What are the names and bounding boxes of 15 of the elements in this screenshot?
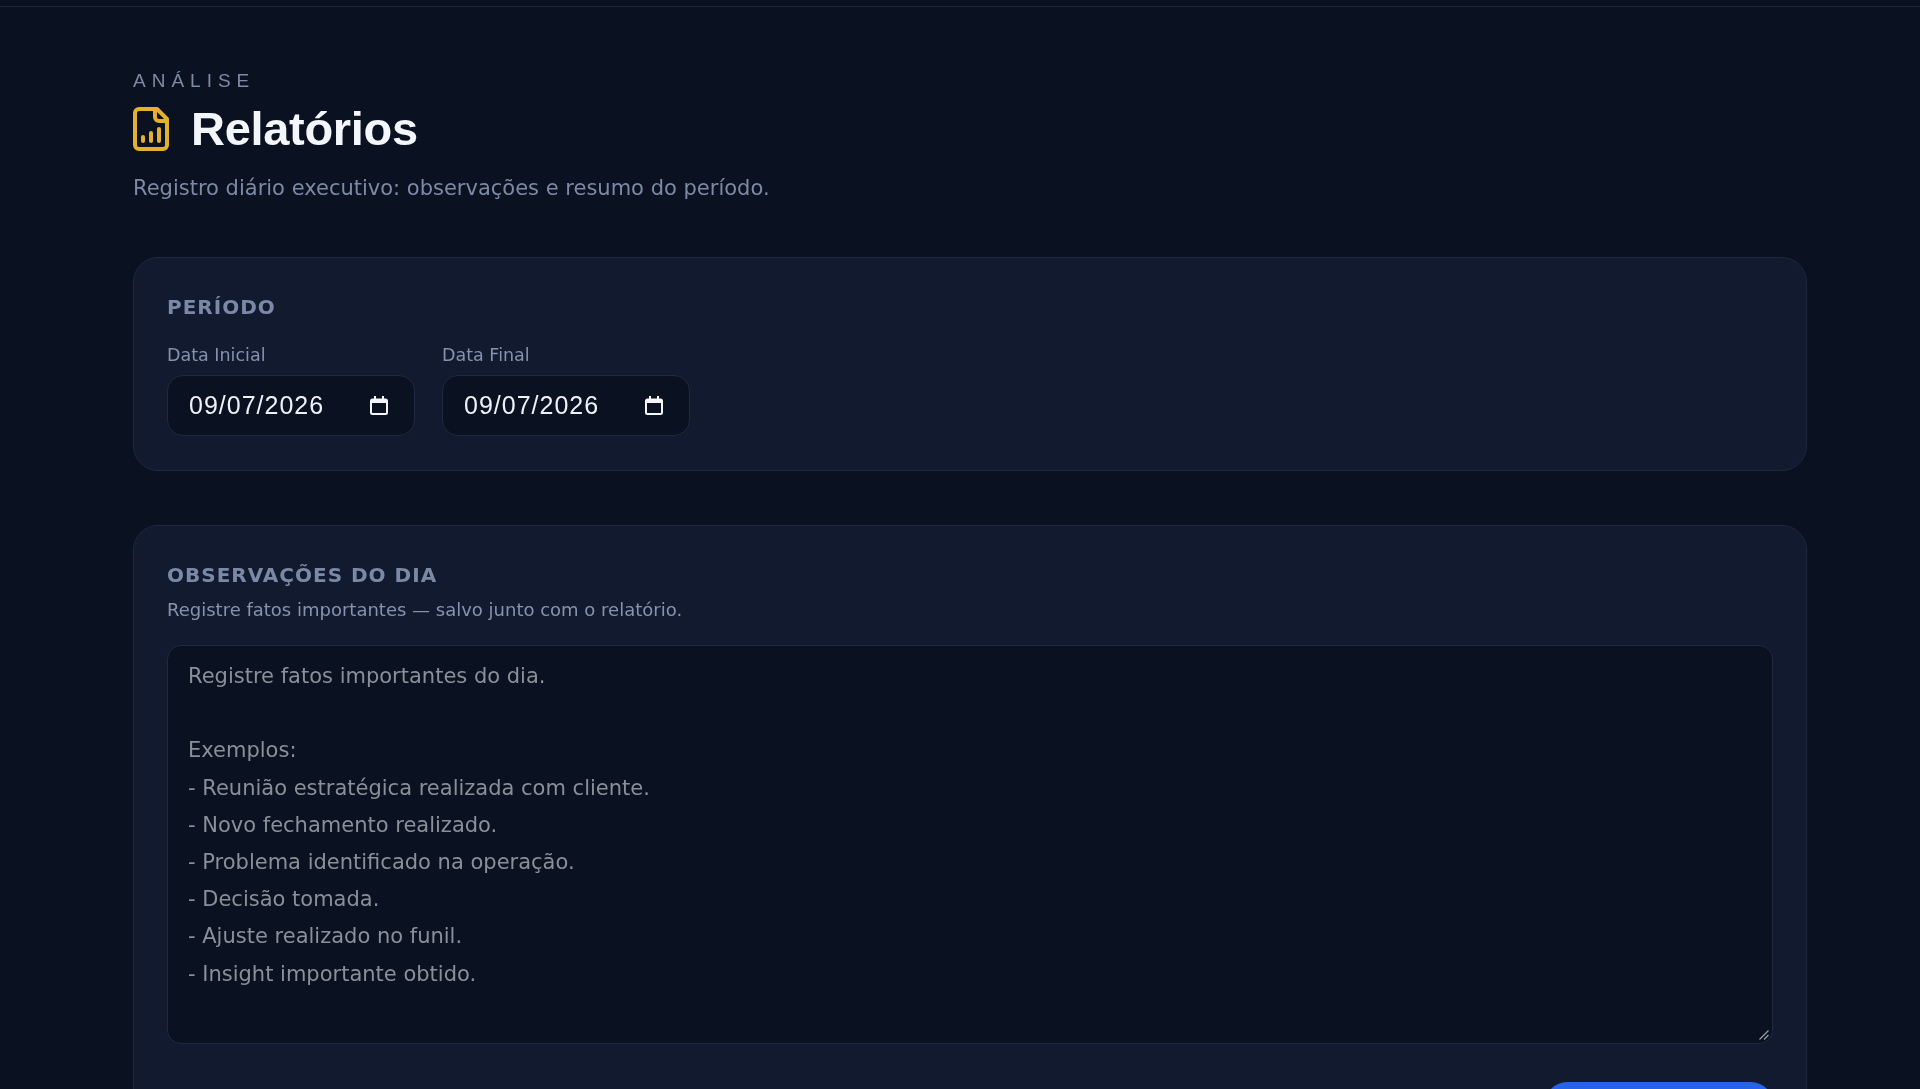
section-eyebrow: ANÁLISE: [133, 69, 256, 93]
document-chart-icon: [133, 107, 169, 151]
section-heading: PERÍODO: [167, 294, 276, 320]
date-field[interactable]: 09/07/2026: [167, 375, 415, 436]
calendar-icon[interactable]: [645, 396, 663, 415]
section-description: Registre fatos importantes — salvo junto com o relatório.: [167, 599, 683, 621]
page-title: Relatórios: [191, 103, 418, 155]
notes-field[interactable]: Registre fatos importantes do dia. Exemplos: - Reunião estratégica realizada com cliente. - Novo fechamento realizado. - Problema identificado na operação. - Decisão tomada. - Ajuste realizado no funil. - Insight importante obtido.: [167, 645, 1773, 1044]
page-subtitle: Registro diário executivo: observações e resumo do período.: [133, 175, 770, 202]
field-label: Data Final: [442, 344, 530, 366]
date-field[interactable]: 09/07/2026: [442, 375, 690, 436]
section-heading: OBSERVAÇÕES DO DIA: [167, 562, 438, 588]
resize-grip-icon[interactable]: [1759, 1030, 1769, 1040]
calendar-icon[interactable]: [370, 396, 388, 415]
field-label: Data Inicial: [167, 344, 266, 366]
